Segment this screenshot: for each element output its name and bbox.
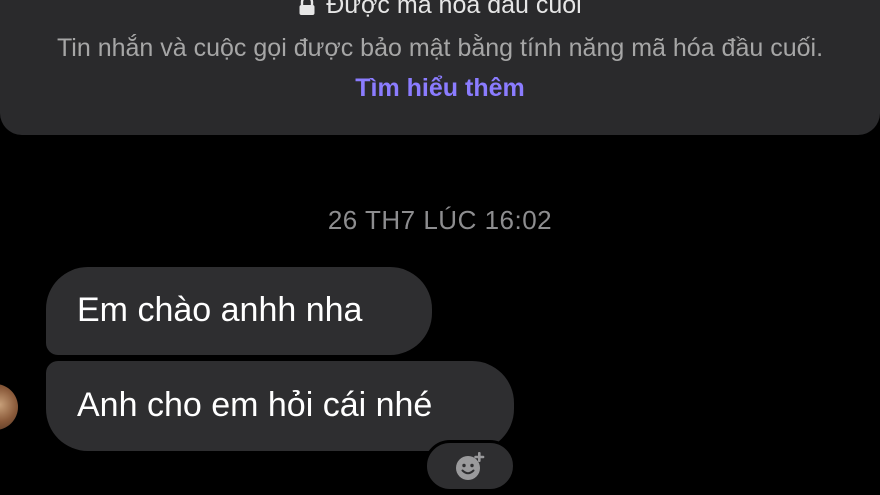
learn-more-link[interactable]: Tìm hiểu thêm <box>355 74 524 102</box>
chat-screen: Được mã hóa đầu cuối Tin nhắn và cuộc gọ… <box>0 0 880 495</box>
encryption-description-text: Tin nhắn và cuộc gọi được bảo mật bằng t… <box>56 34 824 62</box>
add-emoji-icon <box>453 449 487 483</box>
avatar[interactable] <box>0 384 18 430</box>
encryption-notice-title: Được mã hóa đầu cuối <box>326 0 582 19</box>
encryption-notice-card: Được mã hóa đầu cuối Tin nhắn và cuộc gọ… <box>0 0 880 135</box>
message-bubble[interactable]: Em chào anhh nha <box>46 267 432 355</box>
encryption-notice-header: Được mã hóa đầu cuối <box>0 0 880 20</box>
encryption-notice-description: Tin nhắn và cuộc gọi được bảo mật bằng t… <box>0 28 880 108</box>
lock-icon <box>298 0 316 15</box>
message-timestamp: 26 TH7 LÚC 16:02 <box>327 205 553 235</box>
message-bubble[interactable]: Anh cho em hỏi cái nhé <box>46 361 514 451</box>
message-text: Em chào anhh nha <box>77 291 363 329</box>
add-reaction-button[interactable] <box>424 440 516 492</box>
message-text: Anh cho em hỏi cái nhé <box>77 386 433 424</box>
